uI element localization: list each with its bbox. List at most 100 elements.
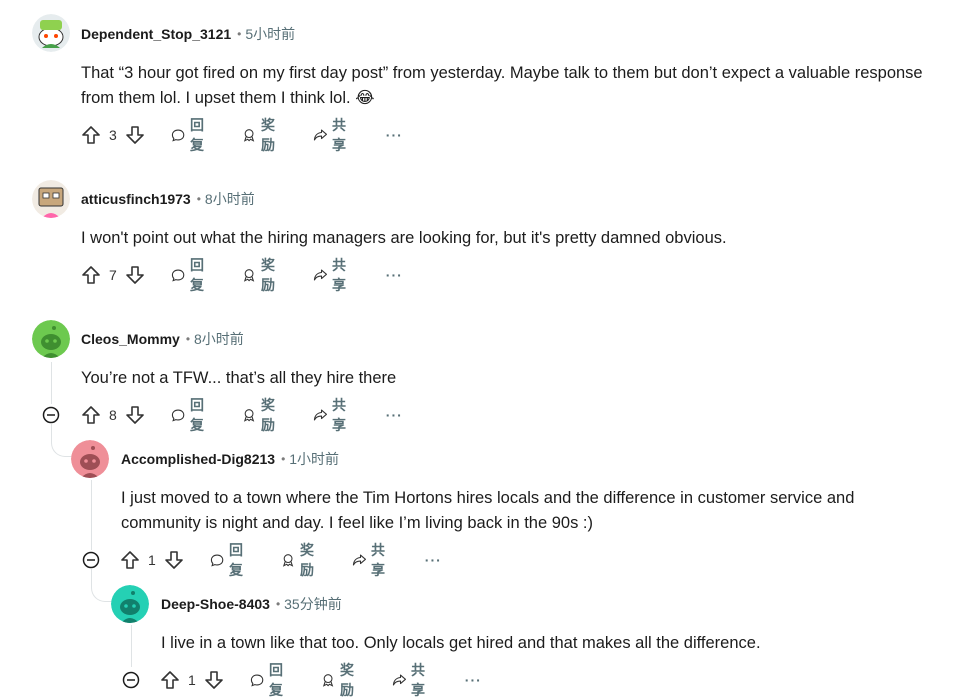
downvote-button[interactable]	[125, 265, 145, 285]
share-button[interactable]: 共享	[313, 255, 352, 295]
upvote-button[interactable]	[81, 125, 101, 145]
downvote-button[interactable]	[204, 670, 224, 690]
award-button[interactable]: 奖励	[281, 540, 320, 580]
downvote-button[interactable]	[125, 405, 145, 425]
share-label: 共享	[370, 542, 385, 578]
avatar[interactable]	[71, 440, 109, 478]
upvote-button[interactable]	[120, 550, 140, 570]
thread-line	[51, 362, 52, 404]
thread-line	[131, 625, 132, 667]
reply-icon	[171, 129, 185, 142]
reply-icon	[171, 409, 185, 422]
comment-actions: 8 回复 奖励 共享 ···	[81, 397, 403, 433]
author-name[interactable]: Cleos_Mommy	[81, 331, 180, 347]
share-label: 共享	[331, 257, 346, 293]
upvote-icon	[82, 266, 100, 284]
share-button[interactable]: 共享	[352, 540, 391, 580]
downvote-button[interactable]	[125, 125, 145, 145]
timestamp[interactable]: 1小时前	[289, 449, 339, 469]
downvote-button[interactable]	[164, 550, 184, 570]
downvote-icon	[164, 551, 183, 569]
author-name[interactable]: Deep-Shoe-8403	[161, 596, 270, 612]
comment-actions: 3 回复 奖励 共享 ···	[81, 117, 403, 153]
more-options-button[interactable]: ···	[425, 552, 442, 568]
collapse-thread-icon[interactable]	[42, 406, 60, 424]
timestamp[interactable]: 8小时前	[205, 189, 255, 209]
avatar[interactable]	[32, 14, 70, 52]
award-icon	[243, 129, 255, 142]
reply-label: 回复	[268, 662, 283, 698]
share-button[interactable]: 共享	[313, 395, 352, 435]
collapse-thread-icon[interactable]	[82, 551, 100, 569]
reply-icon	[171, 269, 185, 282]
vote-count: 1	[188, 672, 196, 688]
reply-button[interactable]: 回复	[250, 660, 289, 700]
upvote-icon	[82, 406, 100, 424]
separator-dot: •	[185, 332, 191, 346]
more-options-button[interactable]: ···	[465, 672, 482, 688]
reply-icon	[250, 674, 264, 687]
avatar[interactable]	[111, 585, 149, 623]
award-label: 奖励	[339, 662, 354, 698]
award-button[interactable]: 奖励	[242, 395, 281, 435]
avatar[interactable]	[32, 320, 70, 358]
award-button[interactable]: 奖励	[242, 255, 281, 295]
comment-body: You’re not a TFW... that’s all they hire…	[81, 369, 397, 387]
thread-elbow	[51, 424, 72, 457]
upvote-button[interactable]	[81, 265, 101, 285]
thread-line	[91, 480, 92, 550]
downvote-icon	[125, 266, 144, 284]
timestamp[interactable]: 35分钟前	[284, 594, 342, 614]
separator-dot: •	[281, 452, 286, 466]
comment-body: I won't point out what the hiring manage…	[81, 229, 727, 247]
award-label: 奖励	[299, 542, 314, 578]
reply-label: 回复	[189, 257, 204, 293]
award-icon	[282, 554, 294, 567]
award-icon	[322, 674, 334, 687]
timestamp[interactable]: 8小时前	[194, 329, 244, 349]
upvote-button[interactable]	[81, 405, 101, 425]
vote-count: 8	[109, 407, 117, 423]
reply-button[interactable]: 回复	[171, 115, 210, 155]
more-options-button[interactable]: ···	[386, 407, 403, 423]
separator-dot: •	[237, 27, 242, 41]
reply-button[interactable]: 回复	[171, 255, 210, 295]
upvote-icon	[82, 126, 100, 144]
collapse-thread-icon[interactable]	[122, 671, 140, 689]
downvote-icon	[125, 126, 144, 144]
share-button[interactable]: 共享	[313, 115, 352, 155]
comment-body: I just moved to a town where the Tim Hor…	[121, 489, 855, 532]
award-button[interactable]: 奖励	[242, 115, 281, 155]
vote-count: 3	[109, 127, 117, 143]
share-label: 共享	[331, 397, 346, 433]
share-icon	[313, 269, 327, 281]
share-label: 共享	[410, 662, 425, 698]
share-icon	[313, 409, 327, 421]
upvote-icon	[161, 671, 179, 689]
timestamp[interactable]: 5小时前	[245, 24, 295, 44]
share-label: 共享	[331, 117, 346, 153]
avatar[interactable]	[32, 180, 70, 218]
downvote-icon	[125, 406, 144, 424]
award-label: 奖励	[260, 117, 275, 153]
share-icon	[352, 554, 366, 566]
upvote-icon	[121, 551, 139, 569]
award-icon	[243, 269, 255, 282]
downvote-icon	[204, 671, 223, 689]
reply-icon	[210, 554, 224, 567]
award-label: 奖励	[260, 257, 275, 293]
reply-label: 回复	[189, 117, 204, 153]
award-button[interactable]: 奖励	[321, 660, 360, 700]
upvote-button[interactable]	[160, 670, 180, 690]
vote-count: 1	[148, 552, 156, 568]
separator-dot: •	[196, 192, 201, 206]
reply-button[interactable]: 回复	[210, 540, 249, 580]
reply-button[interactable]: 回复	[171, 395, 210, 435]
author-name[interactable]: atticusfinch1973	[81, 191, 191, 207]
share-button[interactable]: 共享	[392, 660, 431, 700]
award-label: 奖励	[260, 397, 275, 433]
more-options-button[interactable]: ···	[386, 267, 403, 283]
author-name[interactable]: Accomplished-Dig8213	[121, 451, 275, 467]
author-name[interactable]: Dependent_Stop_3121	[81, 26, 231, 42]
more-options-button[interactable]: ···	[386, 127, 403, 143]
